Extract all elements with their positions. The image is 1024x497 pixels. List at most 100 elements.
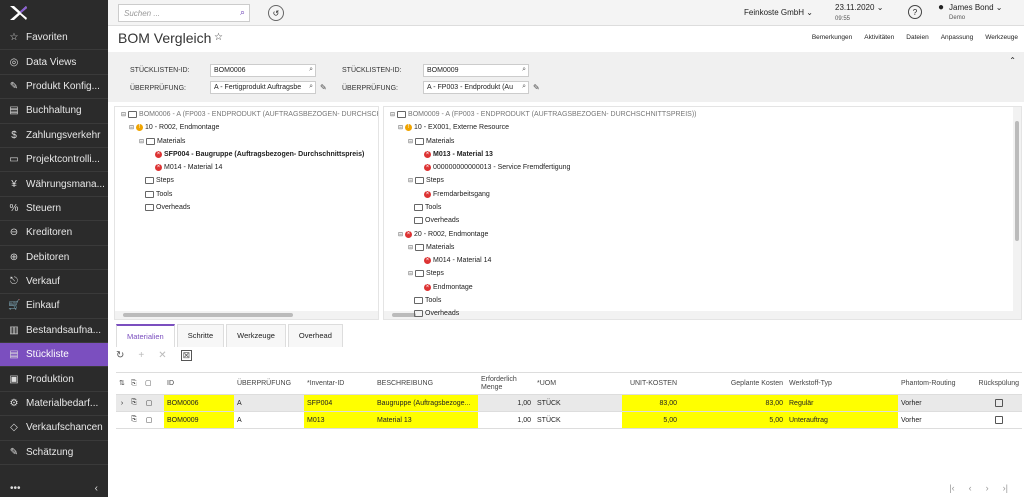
page-action-button[interactable]: Bemerkungen bbox=[812, 34, 852, 41]
table-cell[interactable]: 1,00 bbox=[478, 412, 534, 428]
add-row-icon[interactable]: + bbox=[138, 350, 144, 361]
next-page-icon[interactable]: › bbox=[986, 483, 989, 493]
sidebar-item[interactable]: ⎋ Verkauf bbox=[0, 270, 108, 295]
tree-node[interactable]: ⊟ Materials bbox=[408, 138, 454, 145]
prev-page-icon[interactable]: ‹ bbox=[969, 483, 972, 493]
tree-node[interactable]: Overheads bbox=[414, 217, 459, 224]
left-bom-id-field[interactable]: BOM0006 ⌕ bbox=[210, 64, 316, 77]
search-input[interactable]: Suchen ... ⌕ bbox=[118, 4, 250, 22]
search-icon[interactable]: ⌕ bbox=[309, 66, 313, 74]
row-selector-icon[interactable] bbox=[116, 412, 128, 428]
table-cell[interactable]: BOM0009 bbox=[164, 412, 234, 428]
sidebar-item[interactable]: ✎ Schätzung bbox=[0, 441, 108, 466]
sidebar-item[interactable]: ◎ Data Views bbox=[0, 50, 108, 75]
company-selector[interactable]: Feinkoste GmbH ⌄ bbox=[744, 8, 813, 17]
sidebar-item[interactable]: ▤ Stückliste bbox=[0, 343, 108, 368]
right-bom-id-field[interactable]: BOM0009 ⌕ bbox=[423, 64, 529, 77]
sidebar-item[interactable]: $ Zahlungsverkehr bbox=[0, 124, 108, 148]
table-cell[interactable]: 83,00 bbox=[622, 395, 680, 411]
note-icon[interactable]: ▢ bbox=[142, 412, 156, 428]
table-cell[interactable]: A bbox=[234, 412, 304, 428]
tab-schritte[interactable]: Schritte bbox=[176, 324, 225, 347]
date-selector[interactable]: 23.11.2020 ⌄ 09:55 bbox=[835, 3, 883, 24]
sidebar-item[interactable]: ◇ Verkaufschancen bbox=[0, 416, 108, 441]
tree-toggle-icon[interactable]: ⊟ bbox=[121, 111, 126, 118]
backflush-checkbox[interactable] bbox=[976, 412, 1022, 428]
table-cell[interactable]: 5,00 bbox=[680, 412, 786, 428]
column-header[interactable]: ▢ bbox=[142, 373, 156, 394]
column-header[interactable]: *UOM bbox=[534, 373, 622, 394]
tree-toggle-icon[interactable]: ⊟ bbox=[408, 244, 413, 251]
table-cell[interactable]: Regulär bbox=[786, 395, 898, 411]
tree-node[interactable]: ⊟ Materials bbox=[408, 244, 454, 251]
tree-node[interactable]: × M013 - Material 13 bbox=[424, 151, 493, 158]
table-cell[interactable]: Material 13 bbox=[374, 412, 478, 428]
search-icon[interactable]: ⌕ bbox=[522, 66, 526, 74]
sidebar-item[interactable]: ▣ Produktion bbox=[0, 367, 108, 392]
left-revision-field[interactable]: A - Fertigprodukt Auftragsbe ⌕ bbox=[210, 81, 316, 94]
table-cell[interactable]: Vorher bbox=[898, 412, 976, 428]
search-icon[interactable]: ⌕ bbox=[240, 7, 245, 18]
tab-overhead[interactable]: Overhead bbox=[287, 324, 343, 347]
tree-node[interactable]: × Fremdarbeitsgang bbox=[424, 191, 490, 198]
sidebar-item[interactable]: ⚙ Materialbedarf... bbox=[0, 392, 108, 417]
vertical-scrollbar[interactable] bbox=[1013, 107, 1021, 311]
table-cell[interactable]: BOM0006 bbox=[164, 395, 234, 411]
column-header[interactable]: Rückspülung bbox=[976, 373, 1022, 394]
column-header[interactable]: Werkstoff-Typ bbox=[786, 373, 898, 394]
tree-node[interactable]: Overheads bbox=[145, 204, 190, 211]
export-excel-icon[interactable]: ⊠ bbox=[180, 350, 193, 361]
table-cell[interactable]: STÜCK bbox=[534, 412, 622, 428]
column-header[interactable]: BESCHREIBUNG bbox=[374, 373, 478, 394]
search-icon[interactable]: ⌕ bbox=[522, 83, 526, 91]
tree-node[interactable]: ⊟ Steps bbox=[408, 270, 444, 277]
refresh-icon[interactable]: ↻ bbox=[116, 350, 124, 361]
tree-toggle-icon[interactable]: ⊟ bbox=[398, 231, 403, 238]
column-header[interactable]: Erforderlich Menge bbox=[478, 373, 534, 394]
tree-node[interactable]: Tools bbox=[414, 204, 441, 211]
tree-node[interactable]: ⊟ Materials bbox=[139, 138, 185, 145]
column-header[interactable]: ⇅ bbox=[116, 373, 128, 394]
collapse-icon[interactable]: ‹ bbox=[95, 483, 98, 494]
tree-node[interactable]: ⊟ BOM0006 - A (FP003 - ENDPRODUKT (AUFTRA… bbox=[121, 111, 378, 118]
attachment-icon[interactable]: ⎘ bbox=[128, 395, 140, 411]
table-cell[interactable]: 83,00 bbox=[680, 395, 786, 411]
tree-toggle-icon[interactable]: ⊟ bbox=[398, 124, 403, 131]
tree-node[interactable]: ⊟! 10 - R002, Endmontage bbox=[129, 124, 219, 131]
tree-toggle-icon[interactable]: ⊟ bbox=[139, 138, 144, 145]
last-page-icon[interactable]: ›| bbox=[1003, 483, 1008, 493]
delete-row-icon[interactable]: ✕ bbox=[158, 350, 166, 361]
note-icon[interactable]: ▢ bbox=[142, 395, 156, 411]
tree-node[interactable]: × Endmontage bbox=[424, 284, 473, 291]
edit-pencil-icon[interactable]: ✎ bbox=[320, 83, 327, 92]
tree-node[interactable]: × 000000000000013 - Service Fremdfertigun… bbox=[424, 164, 570, 171]
column-header[interactable]: ⎘ bbox=[128, 373, 140, 394]
tree-node[interactable]: Tools bbox=[414, 297, 441, 304]
sidebar-item[interactable]: ✎ Produkt Konfig... bbox=[0, 75, 108, 100]
tab-werkzeuge[interactable]: Werkzeuge bbox=[226, 324, 286, 347]
table-cell[interactable]: 1,00 bbox=[478, 395, 534, 411]
table-cell[interactable]: SFP004 bbox=[304, 395, 374, 411]
column-header[interactable]: Phantom-Routing bbox=[898, 373, 976, 394]
tree-node[interactable]: × M014 - Material 14 bbox=[155, 164, 222, 171]
tree-node[interactable]: × M014 - Material 14 bbox=[424, 257, 491, 264]
sidebar-item[interactable]: ☆ Favoriten bbox=[0, 26, 108, 51]
table-cell[interactable]: STÜCK bbox=[534, 395, 622, 411]
history-icon[interactable]: ↺ bbox=[268, 5, 284, 21]
first-page-icon[interactable]: |‹ bbox=[949, 483, 954, 493]
page-action-button[interactable]: Aktivitäten bbox=[864, 34, 894, 41]
table-cell[interactable]: Baugruppe (Auftragsbezoge... bbox=[374, 395, 478, 411]
tab-materialien[interactable]: Materialien bbox=[116, 324, 175, 347]
horizontal-scrollbar[interactable] bbox=[384, 311, 1021, 319]
tree-node[interactable]: ⊟ × 20 - R002, Endmontage bbox=[398, 231, 488, 238]
tree-node[interactable]: ⊟ BOM0009 - A (FP003 - ENDPRODUKT (AUFTRA… bbox=[390, 111, 697, 118]
sidebar-item[interactable]: 🛒 Einkauf bbox=[0, 294, 108, 319]
tree-toggle-icon[interactable]: ⊟ bbox=[129, 124, 134, 131]
tree-node[interactable]: × SFP004 - Baugruppe (Auftragsbezogen- Du… bbox=[155, 151, 364, 158]
sidebar-item[interactable]: ⊕ Debitoren bbox=[0, 246, 108, 270]
column-header[interactable]: ÜBERPRÜFUNG bbox=[234, 373, 304, 394]
column-header[interactable]: UNIT-KOSTEN bbox=[622, 373, 680, 394]
right-revision-field[interactable]: A - FP003 - Endprodukt (Au ⌕ bbox=[423, 81, 529, 94]
page-action-button[interactable]: Anpassung bbox=[941, 34, 974, 41]
sidebar-item[interactable]: ¥ Währungsmana... bbox=[0, 172, 108, 197]
